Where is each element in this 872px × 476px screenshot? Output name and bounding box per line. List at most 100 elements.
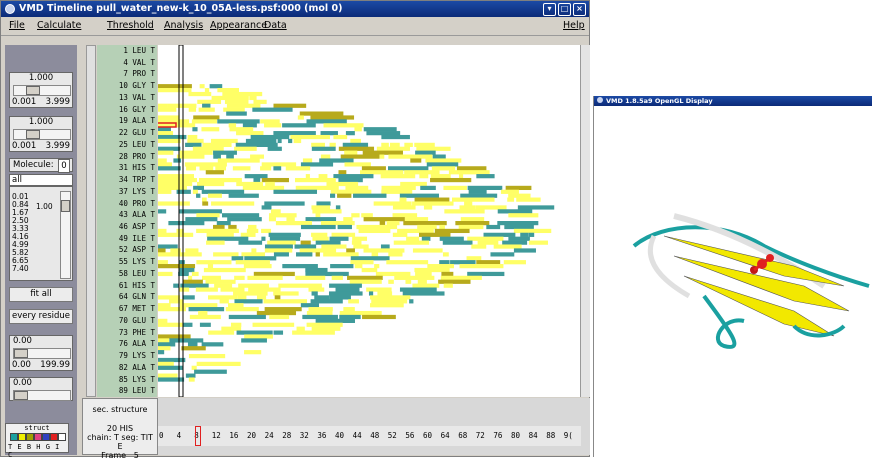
maximize-icon[interactable]: □ (558, 3, 571, 16)
slider4-knob[interactable] (14, 391, 28, 400)
residue-label[interactable]: 73 PHE T (97, 328, 155, 337)
residue-label[interactable]: 25 LEU T (97, 140, 155, 149)
every-residue-button[interactable]: every residue (9, 309, 73, 324)
scale-slider[interactable] (60, 191, 71, 279)
timeline-segment (513, 228, 552, 234)
frame-axis[interactable]: 0 4 8 12 16 20 24 28 32 36 40 44 48 52 56 60 64 68 72 76 80 8… (158, 426, 581, 446)
selection-field[interactable]: all (9, 174, 73, 186)
info-struct: E (117, 442, 123, 451)
menu-calculate[interactable]: Calculate (37, 20, 81, 31)
residue-label[interactable]: 7 PRO T (97, 69, 155, 78)
timeline-segment (333, 134, 348, 140)
residue-label[interactable]: 34 TRP T (97, 175, 155, 184)
timeline-segment (343, 217, 353, 222)
residue-label[interactable]: 61 HIS T (97, 281, 155, 290)
slider3[interactable] (13, 348, 71, 359)
timeline-segment (426, 162, 459, 167)
residue-label[interactable]: 55 LYS T (97, 257, 155, 266)
residue-scrollbar[interactable] (86, 45, 96, 397)
close-icon[interactable]: × (573, 3, 586, 16)
timeline-segment (295, 275, 326, 280)
timeline-segment (338, 170, 347, 175)
residue-label[interactable]: 85 LYS T (97, 375, 155, 384)
residue-label[interactable]: 64 GLN T (97, 292, 155, 301)
timeline-segment (275, 221, 313, 226)
timeline-segment (207, 264, 214, 269)
menu-appearance[interactable]: Appearance (210, 20, 267, 31)
residue-label[interactable]: 10 GLY T (97, 81, 155, 90)
residue-label[interactable]: 22 GLU T (97, 128, 155, 137)
plot-scrollbar[interactable] (580, 45, 590, 397)
residue-label[interactable]: 28 PRO T (97, 152, 155, 161)
timeline-segment (192, 127, 198, 132)
residue-label[interactable]: 40 PRO T (97, 199, 155, 208)
timeline-segment (180, 283, 209, 288)
fit-all-button[interactable]: fit all (9, 287, 73, 302)
timeline-segment (182, 295, 195, 300)
menu-help[interactable]: Help (563, 20, 585, 31)
timeline-segment (217, 88, 240, 93)
timeline-segment (158, 103, 168, 108)
timeline-segment (228, 314, 266, 320)
gl-title-bar[interactable]: VMD 1.8.5a9 OpenGL Display (594, 96, 872, 106)
timeline-segment (226, 103, 261, 108)
timeline-plot[interactable] (95, 44, 580, 398)
residue-label[interactable]: 67 MET T (97, 304, 155, 313)
slider1[interactable] (13, 85, 71, 96)
timeline-segment (188, 307, 225, 312)
residue-label[interactable]: 49 ILE T (97, 234, 155, 243)
residue-label[interactable]: 70 GLU T (97, 316, 155, 325)
timeline-segment (503, 260, 526, 265)
timeline-segment (379, 154, 385, 159)
slider4-value: 0.00 (13, 378, 32, 388)
timeline-segment (342, 142, 369, 147)
slider1-knob[interactable] (26, 86, 40, 95)
menu-file[interactable]: File (9, 20, 25, 31)
timeline-segment (346, 248, 355, 253)
slider4[interactable] (13, 390, 71, 401)
timeline-segment (459, 264, 504, 269)
timeline-segment (295, 185, 339, 191)
residue-label[interactable]: 19 ALA T (97, 116, 155, 125)
residue-label[interactable]: 1 LEU T (97, 46, 155, 55)
timeline-segment (389, 142, 400, 147)
residue-label[interactable]: 4 VAL T (97, 58, 155, 67)
timeline-segment (235, 260, 270, 265)
timeline-segment (333, 174, 374, 179)
timeline-segment (393, 240, 430, 245)
residue-label[interactable]: 46 ASP T (97, 222, 155, 231)
timeline-segment (331, 275, 343, 280)
residue-label[interactable]: 43 ALA T (97, 210, 155, 219)
timeline-segment (460, 217, 485, 222)
timeline-segment (358, 228, 391, 234)
timeline-segment (209, 84, 223, 89)
timeline-segment (249, 95, 257, 101)
residue-label[interactable]: 76 ALA T (97, 339, 155, 348)
menu-threshold[interactable]: Threshold (107, 20, 154, 31)
residue-label[interactable]: 13 VAL T (97, 93, 155, 102)
shade-icon[interactable]: ▾ (543, 3, 556, 16)
residue-label[interactable]: 79 LYS T (97, 351, 155, 360)
timeline-segment (409, 299, 414, 304)
menu-data[interactable]: Data (264, 20, 287, 31)
residue-label[interactable]: 89 LEU T (97, 386, 155, 395)
timeline-segment (176, 154, 205, 159)
slider2[interactable] (13, 129, 71, 140)
residue-label[interactable]: 16 GLY T (97, 105, 155, 114)
timeline-segment (263, 299, 308, 304)
residue-label[interactable]: 52 ASP T (97, 245, 155, 254)
residue-label[interactable]: 37 LYS T (97, 187, 155, 196)
timeline-segment (242, 123, 257, 128)
slider2-knob[interactable] (26, 130, 40, 139)
slider3-knob[interactable] (14, 349, 28, 358)
timeline-segment (158, 373, 178, 378)
residue-label[interactable]: 58 LEU T (97, 269, 155, 278)
window-title-bar[interactable]: VMD Timeline pull_water_new-k_10_05A-les… (1, 1, 589, 17)
menu-analysis[interactable]: Analysis (164, 20, 203, 31)
molecule-field[interactable]: 0 (58, 159, 70, 173)
timeline-segment (273, 330, 284, 335)
scale-knob[interactable] (61, 200, 70, 212)
timeline-segment (370, 303, 404, 308)
residue-label[interactable]: 82 ALA T (97, 363, 155, 372)
residue-label[interactable]: 31 HIS T (97, 163, 155, 172)
